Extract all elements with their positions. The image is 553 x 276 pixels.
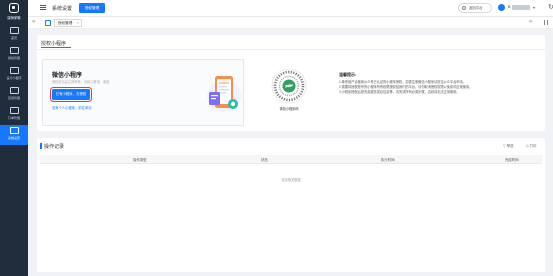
chevron-down-icon: ▾	[533, 5, 536, 10]
home-tab-icon[interactable]	[45, 20, 51, 26]
divider	[37, 49, 545, 50]
sidebar-item-orders[interactable]: 订单管理	[0, 105, 28, 125]
tip-item: 3.小程序授权后需完善服务类目信息等，请完成所有必需步骤，否则将无法正常使用。	[339, 90, 460, 94]
page-title: 系统设置	[52, 6, 73, 12]
column-header: 完成时间	[505, 158, 519, 162]
tips: 温馨提示: 1.尊贵用户请使用公众号已认证的小程序授权，如需注册微信小程序请前往…	[339, 72, 544, 95]
column-header: 操作类型	[133, 158, 147, 162]
title-underline	[41, 47, 71, 48]
phone-illustration-icon	[207, 76, 241, 112]
records-card: 操作记录 ▽ 筛选 ⎙ 打印 操作类型 状态 执行时间 完成时间 暂无相关数据	[37, 138, 545, 272]
column-header: 状态	[261, 158, 268, 162]
orders-icon	[9, 107, 19, 114]
design-icon	[9, 67, 19, 74]
tabs-more-icon[interactable]	[544, 20, 548, 25]
qr-caption: 体验小程序码	[279, 107, 299, 111]
apps-icon	[9, 87, 19, 94]
grid-icon	[9, 127, 19, 134]
app-logo[interactable]: 康师家嘛	[5, 3, 23, 21]
print-button[interactable]: ⎙ 打印	[526, 143, 536, 148]
tips-title: 温馨提示:	[339, 72, 357, 77]
menu-icon[interactable]	[40, 5, 46, 10]
mini-program-subtitle: 授权成功后立即审核，请耐心等待，谢谢	[52, 80, 110, 84]
column-header: 执行时间	[381, 158, 395, 162]
auth-card-title: 授权小程序	[41, 41, 67, 47]
return-platform-button[interactable]: 返回平台	[458, 3, 492, 13]
mini-program-title: 微信小程序	[52, 73, 83, 79]
tab-auth-manage[interactable]: 授权管理 ×	[54, 19, 82, 27]
user-menu[interactable]: B ▾	[498, 3, 544, 13]
logo-text: 康师家嘛	[7, 16, 21, 20]
user-initial: B	[508, 5, 511, 9]
auth-icon	[9, 47, 19, 54]
experience-qr: 体验小程序码	[269, 66, 309, 114]
top-bar: 系统设置 授权管理 返回平台 B ▾ ↻	[28, 0, 553, 17]
title-accent	[40, 143, 42, 149]
empty-state: 暂无相关数据	[281, 178, 301, 182]
sidebar-item-settings[interactable]: 系统设置	[0, 125, 28, 145]
refresh-icon[interactable]: ↻	[548, 4, 553, 11]
logo-icon	[9, 3, 19, 13]
sidebar-item-auth[interactable]: 授权管理	[0, 45, 28, 65]
platform-icon	[462, 6, 466, 10]
auth-manage-button[interactable]: 授权管理	[79, 3, 105, 13]
tab-bar: « 授权管理 × »	[28, 17, 553, 29]
tabs-prev-icon[interactable]: «	[32, 19, 35, 26]
filter-button[interactable]: ▽ 筛选	[503, 143, 513, 148]
apply-link[interactable]: 没有个人小程序，前往申请	[52, 105, 92, 110]
sidebar-item-home[interactable]: 首页	[0, 25, 28, 45]
home-icon	[9, 27, 19, 34]
table-header: 操作类型 状态 执行时间 完成时间	[40, 155, 542, 164]
username-mask	[512, 5, 530, 10]
sidebar-item-design[interactable]: 设计小程序	[0, 65, 28, 85]
auth-card: 授权小程序 微信小程序 授权成功后立即审核，请耐心等待，谢谢 已有小程序，去授权…	[37, 35, 545, 131]
authorize-button[interactable]: 已有小程序，去授权	[49, 86, 93, 103]
sidebar-item-apps[interactable]: 应用管理	[0, 85, 28, 105]
close-icon[interactable]: ×	[77, 20, 79, 26]
records-title: 操作记录	[44, 144, 65, 150]
wechat-mini-program-box: 微信小程序 授权成功后立即审核，请耐心等待，谢谢 已有小程序，去授权 没有个人小…	[42, 59, 244, 126]
sidebar: 康师家嘛 首页 授权管理 设计小程序 应用管理 订单管理 系统设置	[0, 0, 28, 276]
avatar	[498, 4, 505, 11]
tabs-next-icon[interactable]: »	[529, 19, 532, 26]
qr-code-icon	[271, 68, 307, 104]
